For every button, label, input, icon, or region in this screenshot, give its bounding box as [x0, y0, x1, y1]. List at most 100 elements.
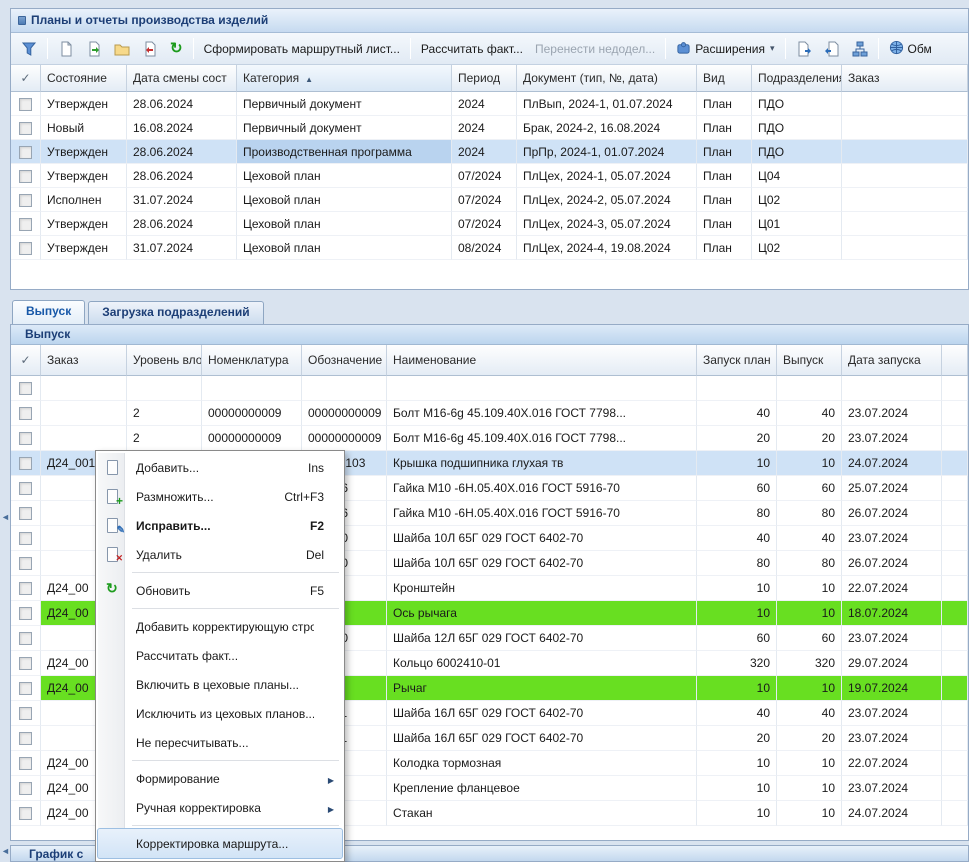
cell-category[interactable]: Цеховой план: [237, 212, 452, 236]
cell-output[interactable]: 20: [777, 426, 842, 451]
cell-state[interactable]: Утвержден: [41, 92, 127, 116]
row-checkbox[interactable]: [19, 732, 32, 745]
row-select-cell[interactable]: [11, 651, 41, 676]
row-checkbox[interactable]: [19, 782, 32, 795]
cell-date[interactable]: 28.06.2024: [127, 140, 237, 164]
row-select-cell[interactable]: [11, 576, 41, 601]
cell-start-date[interactable]: 22.07.2024: [842, 576, 942, 601]
row-checkbox[interactable]: [19, 557, 32, 570]
cell-name[interactable]: Гайка М10 -6Н.05.40Х.016 ГОСТ 5916-70: [387, 501, 697, 526]
col-order-header[interactable]: Заказ: [842, 65, 968, 92]
new-document-icon[interactable]: [52, 38, 80, 60]
context-menu-item[interactable]: [98, 822, 342, 829]
cell-period[interactable]: 07/2024: [452, 212, 517, 236]
row-select-cell[interactable]: [11, 601, 41, 626]
cell-date[interactable]: 28.06.2024: [127, 164, 237, 188]
row-select-cell[interactable]: [11, 801, 41, 826]
col-dept-header[interactable]: Подразделения: [752, 65, 842, 92]
cell-category[interactable]: Первичный документ: [237, 116, 452, 140]
row-checkbox[interactable]: [19, 632, 32, 645]
cell-name[interactable]: Кольцо 6002410-01: [387, 651, 697, 676]
context-menu-item[interactable]: Обновить F5: [98, 576, 342, 605]
cell-document[interactable]: ПлЦех, 2024-2, 05.07.2024: [517, 188, 697, 212]
cell-category[interactable]: Цеховой план: [237, 188, 452, 212]
cell-start-date[interactable]: 22.07.2024: [842, 751, 942, 776]
cell-output[interactable]: 60: [777, 476, 842, 501]
cell-state[interactable]: Утвержден: [41, 236, 127, 260]
plans-row[interactable]: Утвержден 31.07.2024 Цеховой план 08/202…: [11, 236, 968, 260]
cell-output[interactable]: 320: [777, 651, 842, 676]
row-checkbox[interactable]: [19, 146, 32, 159]
cell-start-date[interactable]: 23.07.2024: [842, 526, 942, 551]
context-menu-item[interactable]: Включить в цеховые планы...: [98, 670, 342, 699]
cell-name[interactable]: Кронштейн: [387, 576, 697, 601]
cell-state[interactable]: Утвержден: [41, 140, 127, 164]
cell-plan[interactable]: 80: [697, 551, 777, 576]
row-checkbox[interactable]: [19, 98, 32, 111]
row-select-cell[interactable]: [11, 376, 41, 401]
cell-output[interactable]: 40: [777, 526, 842, 551]
row-select-cell[interactable]: [11, 140, 41, 164]
cell-order[interactable]: [41, 401, 127, 426]
cell-date[interactable]: 28.06.2024: [127, 212, 237, 236]
cell-document[interactable]: ПлЦех, 2024-1, 05.07.2024: [517, 164, 697, 188]
select-all-header[interactable]: ✓: [11, 345, 41, 376]
cell-start-date[interactable]: 25.07.2024: [842, 476, 942, 501]
cell-kind[interactable]: План: [697, 116, 752, 140]
row-select-cell[interactable]: [11, 751, 41, 776]
context-menu-item[interactable]: Исправить... F2: [98, 511, 342, 540]
cell-order[interactable]: [842, 116, 968, 140]
exchange-button[interactable]: Обм: [883, 37, 938, 61]
row-select-cell[interactable]: [11, 501, 41, 526]
cell-period[interactable]: 2024: [452, 116, 517, 140]
col-period-header[interactable]: Период: [452, 65, 517, 92]
cell-name[interactable]: [387, 376, 697, 401]
cell-name[interactable]: Ось рычага: [387, 601, 697, 626]
cell-name[interactable]: Шайба 12Л 65Г 029 ГОСТ 6402-70: [387, 626, 697, 651]
cell-kind[interactable]: План: [697, 164, 752, 188]
row-select-cell[interactable]: [11, 676, 41, 701]
cell-nomenclature[interactable]: 00000000009: [202, 401, 302, 426]
row-select-cell[interactable]: [11, 451, 41, 476]
row-checkbox[interactable]: [19, 607, 32, 620]
cell-output[interactable]: 10: [777, 776, 842, 801]
cell-start-date[interactable]: 26.07.2024: [842, 501, 942, 526]
cell-document[interactable]: Брак, 2024-2, 16.08.2024: [517, 116, 697, 140]
row-select-cell[interactable]: [11, 551, 41, 576]
row-checkbox[interactable]: [19, 407, 32, 420]
hierarchy-icon[interactable]: [846, 38, 874, 60]
cell-order[interactable]: [41, 426, 127, 451]
cell-plan[interactable]: 60: [697, 476, 777, 501]
cell-start-date[interactable]: 26.07.2024: [842, 551, 942, 576]
row-checkbox[interactable]: [19, 170, 32, 183]
cell-start-date[interactable]: 18.07.2024: [842, 601, 942, 626]
cell-name[interactable]: Шайба 10Л 65Г 029 ГОСТ 6402-70: [387, 526, 697, 551]
col-order-header[interactable]: Заказ: [41, 345, 127, 376]
cell-name[interactable]: Гайка М10 -6Н.05.40Х.016 ГОСТ 5916-70: [387, 476, 697, 501]
cell-plan[interactable]: 10: [697, 801, 777, 826]
cell-start-date[interactable]: 23.07.2024: [842, 776, 942, 801]
cell-plan[interactable]: 40: [697, 401, 777, 426]
cell-level[interactable]: 2: [127, 426, 202, 451]
cell-period[interactable]: 08/2024: [452, 236, 517, 260]
cell-category[interactable]: Первичный документ: [237, 92, 452, 116]
collapse-bottom-splitter[interactable]: ◄: [1, 846, 10, 856]
row-checkbox[interactable]: [19, 532, 32, 545]
cell-category[interactable]: Цеховой план: [237, 164, 452, 188]
cell-order[interactable]: [842, 188, 968, 212]
cell-start-date[interactable]: 23.07.2024: [842, 401, 942, 426]
cell-output[interactable]: 10: [777, 801, 842, 826]
row-select-cell[interactable]: [11, 164, 41, 188]
cell-date[interactable]: 16.08.2024: [127, 116, 237, 140]
cell-dept[interactable]: Ц02: [752, 236, 842, 260]
cell-document[interactable]: ПлВып, 2024-1, 01.07.2024: [517, 92, 697, 116]
cell-start-date[interactable]: 24.07.2024: [842, 451, 942, 476]
cell-dept[interactable]: ПДО: [752, 140, 842, 164]
context-menu-item[interactable]: Корректировка маршрута...: [98, 829, 342, 858]
col-nomenclature-header[interactable]: Номенклатура: [202, 345, 302, 376]
tab[interactable]: Выпуск: [12, 300, 85, 324]
row-checkbox[interactable]: [19, 657, 32, 670]
cell-start-date[interactable]: 24.07.2024: [842, 801, 942, 826]
output-row[interactable]: 2 00000000009 00000000009 Болт М16-6g 45…: [11, 426, 968, 451]
calc-fact-button[interactable]: Рассчитать факт...: [415, 39, 529, 59]
